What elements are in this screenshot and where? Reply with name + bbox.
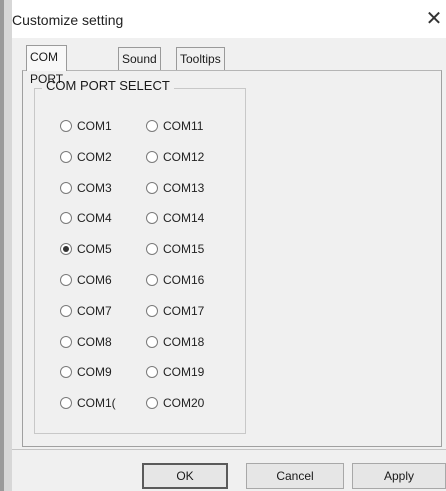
radio-label: COM16	[163, 273, 205, 287]
radio-com3[interactable]: COM3	[60, 181, 112, 195]
radio-circle-icon	[146, 305, 158, 317]
radio-label: COM5	[77, 242, 112, 256]
radio-label: COM14	[163, 211, 205, 225]
radio-com13[interactable]: COM13	[146, 181, 204, 195]
radio-com8[interactable]: COM8	[60, 335, 112, 349]
tab-tooltips[interactable]: Tooltips	[176, 47, 225, 70]
customize-setting-dialog: Customize setting ✕ COM PORT Sound Toolt…	[0, 0, 446, 491]
radio-com14[interactable]: COM14	[146, 211, 204, 225]
radio-label: COM20	[163, 396, 205, 410]
radio-label: COM2	[77, 150, 112, 164]
radio-circle-icon	[60, 212, 72, 224]
radio-label: COM6	[77, 273, 112, 287]
radio-label: COM3	[77, 181, 112, 195]
radio-circle-icon	[146, 397, 158, 409]
radio-circle-icon	[146, 151, 158, 163]
radio-label: COM18	[163, 335, 205, 349]
radio-label: COM1(	[77, 396, 116, 410]
radio-com4[interactable]: COM4	[60, 211, 112, 225]
radio-com17[interactable]: COM17	[146, 304, 204, 318]
radio-com1[interactable]: COM1	[60, 119, 112, 133]
radio-label: COM13	[163, 181, 205, 195]
title-bar: Customize setting ✕	[12, 0, 446, 38]
radio-com5[interactable]: COM5	[60, 242, 112, 256]
radio-circle-icon	[60, 366, 72, 378]
radio-com20[interactable]: COM20	[146, 396, 204, 410]
radio-circle-icon	[60, 274, 72, 286]
radio-circle-icon	[60, 243, 72, 255]
radio-com12[interactable]: COM12	[146, 150, 204, 164]
radio-com11[interactable]: COM11	[146, 119, 203, 133]
tab-sound[interactable]: Sound	[118, 47, 161, 70]
radio-label: COM4	[77, 211, 112, 225]
ok-button[interactable]: OK	[142, 463, 228, 489]
apply-button[interactable]: Apply	[352, 463, 446, 489]
bottom-separator	[12, 449, 446, 450]
radio-circle-icon	[60, 336, 72, 348]
radio-com7[interactable]: COM7	[60, 304, 112, 318]
radio-circle-icon	[60, 397, 72, 409]
radio-com16[interactable]: COM16	[146, 273, 204, 287]
radio-label: COM8	[77, 335, 112, 349]
radio-com1[interactable]: COM1(	[60, 396, 116, 410]
radio-circle-icon	[60, 151, 72, 163]
radio-label: COM1	[77, 119, 112, 133]
radio-label: COM17	[163, 304, 205, 318]
radio-circle-icon	[146, 366, 158, 378]
radio-circle-icon	[60, 305, 72, 317]
radio-circle-icon	[146, 212, 158, 224]
radio-label: COM12	[163, 150, 205, 164]
radio-com19[interactable]: COM19	[146, 365, 204, 379]
radio-circle-icon	[146, 336, 158, 348]
radio-com9[interactable]: COM9	[60, 365, 112, 379]
com-port-group-box	[34, 88, 246, 434]
window-title: Customize setting	[12, 12, 124, 28]
radio-label: COM19	[163, 365, 205, 379]
radio-com18[interactable]: COM18	[146, 335, 204, 349]
radio-com6[interactable]: COM6	[60, 273, 112, 287]
radio-label: COM15	[163, 242, 205, 256]
radio-com2[interactable]: COM2	[60, 150, 112, 164]
radio-com15[interactable]: COM15	[146, 242, 204, 256]
cancel-button[interactable]: Cancel	[246, 463, 344, 489]
radio-circle-icon	[146, 120, 158, 132]
dialog-border	[4, 0, 12, 491]
close-icon[interactable]: ✕	[422, 6, 446, 32]
radio-circle-icon	[60, 182, 72, 194]
radio-label: COM7	[77, 304, 112, 318]
radio-circle-icon	[60, 120, 72, 132]
radio-circle-icon	[146, 243, 158, 255]
radio-circle-icon	[146, 182, 158, 194]
radio-label: COM11	[163, 119, 204, 133]
radio-circle-icon	[146, 274, 158, 286]
tab-com-port[interactable]: COM PORT	[26, 45, 68, 86]
radio-label: COM9	[77, 365, 112, 379]
